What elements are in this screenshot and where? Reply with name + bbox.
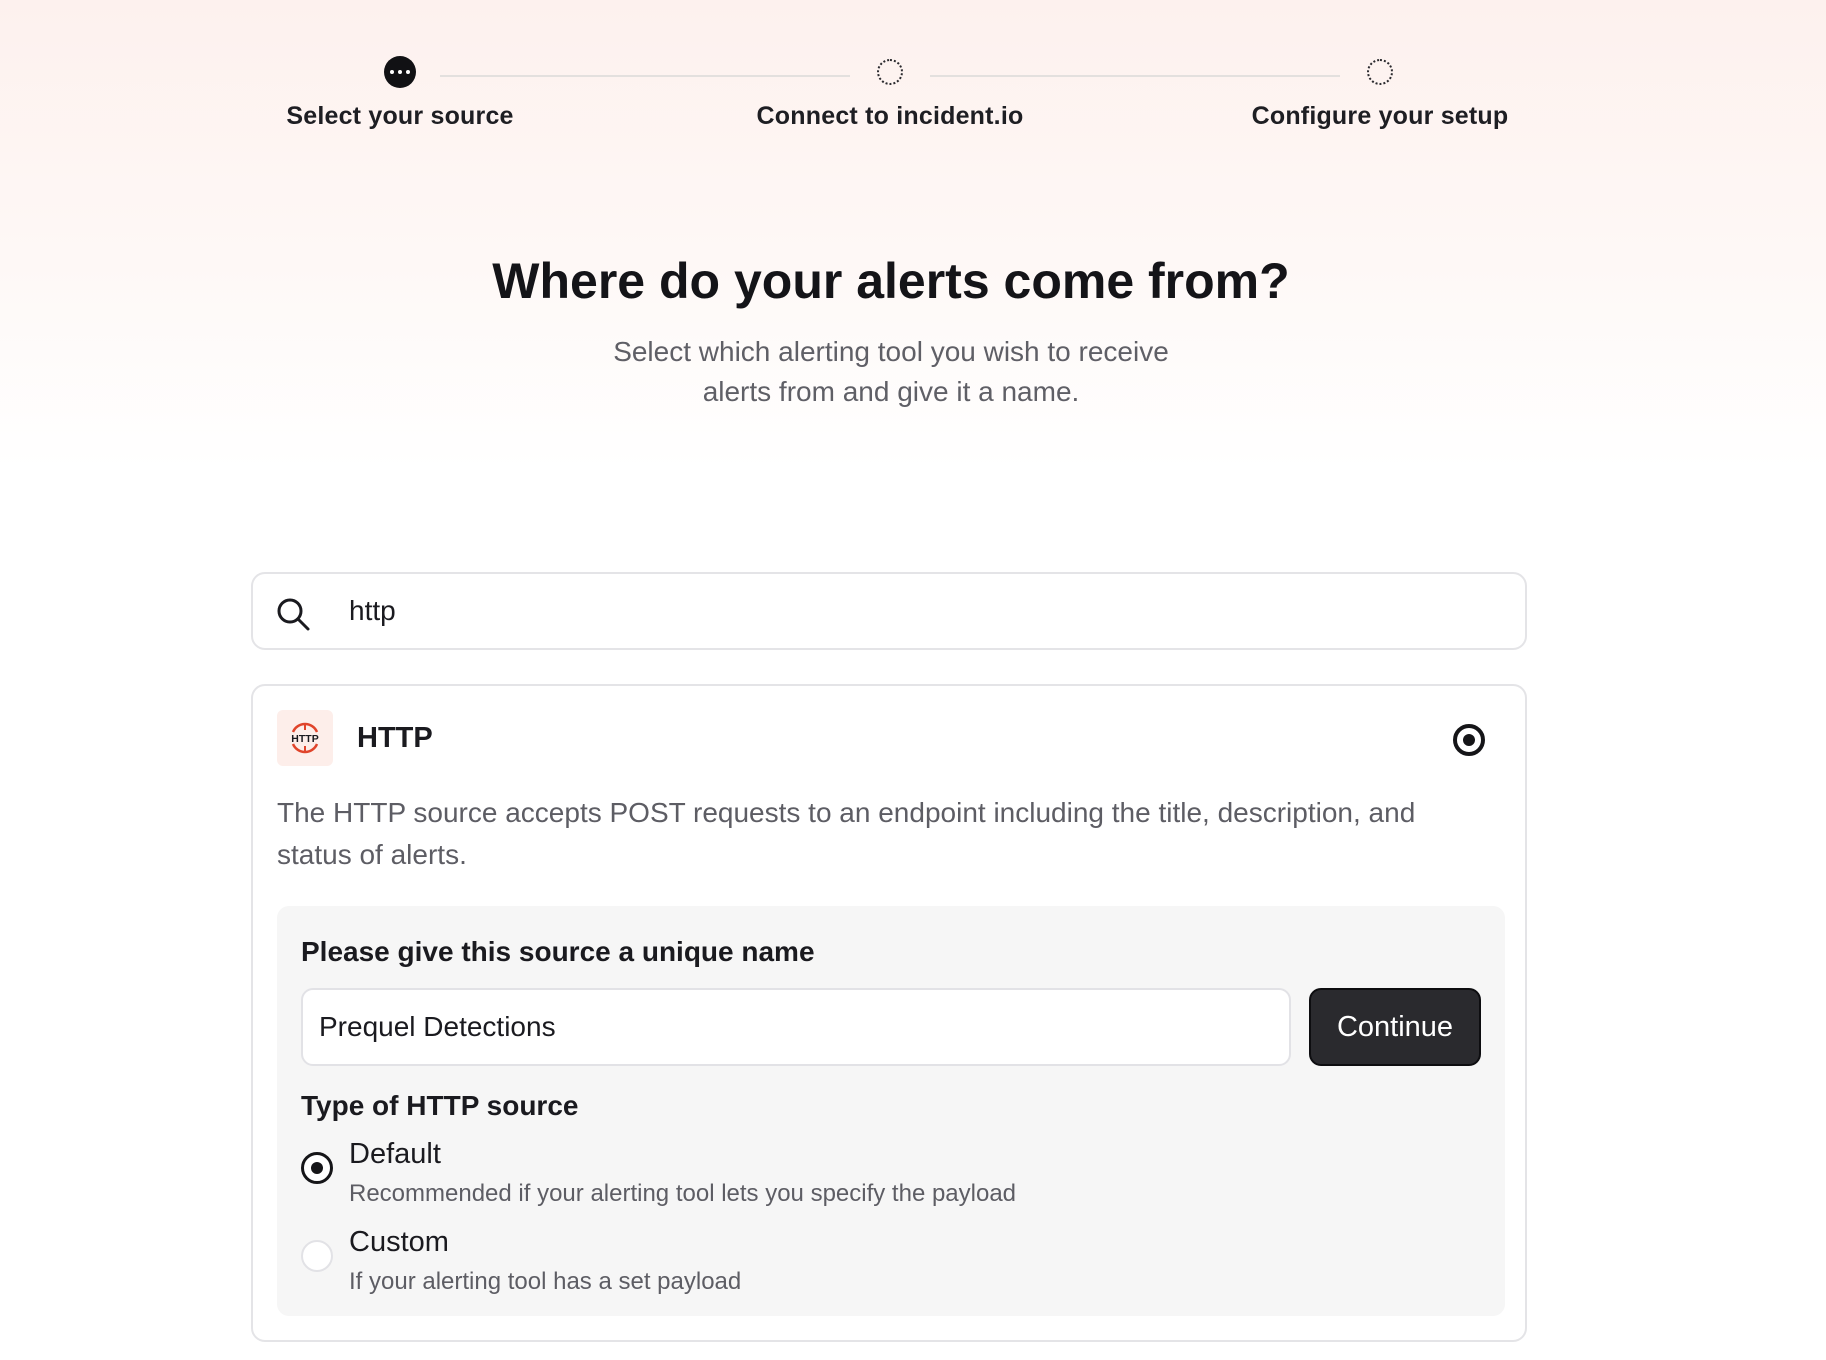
continue-button[interactable]: Continue — [1309, 988, 1481, 1066]
source-config-panel: Please give this source a unique name Co… — [277, 906, 1505, 1316]
option-title: Default — [349, 1138, 441, 1170]
source-title: HTTP — [357, 722, 433, 754]
http-logo-icon: HTTP — [277, 710, 333, 766]
option-title: Custom — [349, 1226, 449, 1258]
search-input[interactable] — [349, 584, 1499, 638]
step-pending-dot-icon — [877, 59, 903, 85]
step-select-source: Select your source — [200, 56, 600, 131]
step-active-dot-icon — [384, 56, 416, 88]
source-search-box[interactable] — [251, 572, 1527, 650]
step-label: Select your source — [286, 102, 514, 130]
source-card-http[interactable]: HTTP HTTP The HTTP source accepts POST r… — [251, 684, 1527, 1342]
progress-stepper: Select your source Connect to incident.i… — [0, 56, 1826, 146]
step-label: Connect to incident.io — [756, 102, 1024, 130]
step-pending-dot-icon — [1367, 59, 1393, 85]
page-subtitle: Select which alerting tool you wish to r… — [613, 336, 1169, 407]
source-type-label: Type of HTTP source — [301, 1090, 579, 1121]
search-icon — [277, 598, 310, 631]
option-subtitle: If your alerting tool has a set payload — [349, 1268, 742, 1295]
source-name-input[interactable] — [301, 988, 1291, 1066]
option-subtitle: Recommended if your alerting tool lets y… — [349, 1180, 1017, 1207]
radio-unchecked-icon[interactable] — [301, 1240, 333, 1272]
radio-checked-icon[interactable] — [301, 1152, 333, 1184]
source-description: The HTTP source accepts POST requests to… — [277, 797, 1416, 870]
step-connect: Connect to incident.io — [690, 56, 1090, 131]
source-select-radio[interactable] — [1453, 724, 1485, 756]
source-name-label: Please give this source a unique name — [301, 936, 815, 967]
page-title: Where do your alerts come from? — [492, 253, 1290, 309]
logo-text: HTTP — [291, 733, 318, 745]
step-label: Configure your setup — [1251, 102, 1509, 130]
step-configure: Configure your setup — [1180, 56, 1580, 131]
